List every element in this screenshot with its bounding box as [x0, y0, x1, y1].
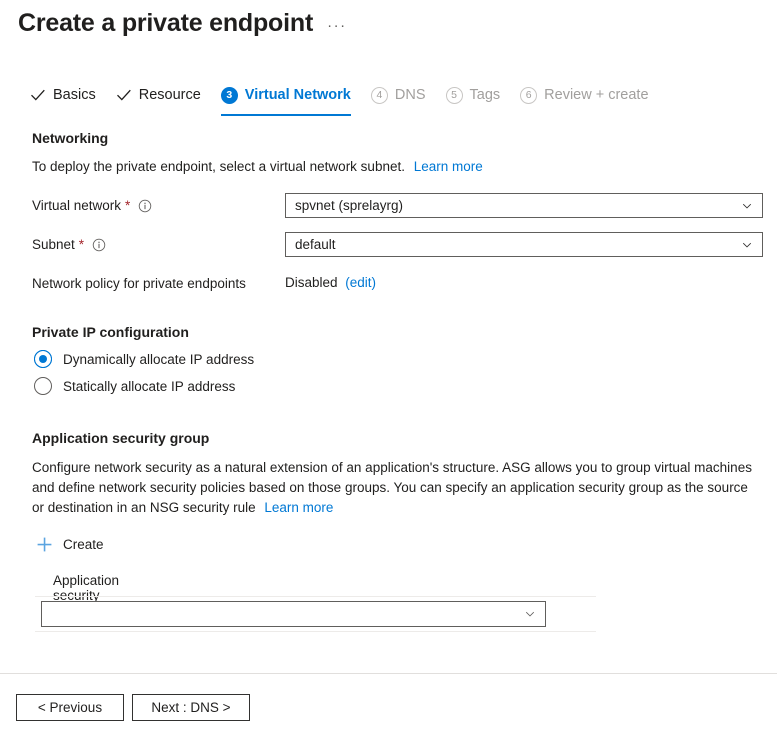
radio-dynamically-allocate-label: Dynamically allocate IP address	[63, 351, 255, 367]
tab-virtual-network[interactable]: 3 Virtual Network	[220, 80, 351, 116]
tab-tags[interactable]: 5 Tags	[445, 80, 501, 116]
chevron-down-icon	[742, 203, 752, 209]
plus-icon	[37, 537, 52, 552]
tab-dns-label: DNS	[394, 87, 426, 103]
virtual-network-label: Virtual network *	[32, 198, 152, 213]
asg-description: Configure network security as a natural …	[32, 458, 760, 518]
radio-indicator	[34, 350, 52, 368]
check-icon	[31, 89, 45, 101]
networking-heading: Networking	[32, 130, 109, 146]
virtual-network-select[interactable]: spvnet (sprelayrg)	[285, 193, 763, 218]
asg-table-divider-top	[35, 596, 596, 597]
subnet-select[interactable]: default	[285, 232, 763, 257]
active-tab-underline	[220, 114, 351, 116]
tab-number-badge: 4	[370, 86, 388, 104]
tab-review-create-label: Review + create	[544, 87, 649, 103]
radio-indicator	[34, 377, 52, 395]
tab-number-badge: 5	[445, 86, 463, 104]
chevron-down-icon	[742, 242, 752, 248]
asg-table-divider-bottom	[35, 631, 596, 632]
page-title: Create a private endpoint	[18, 9, 314, 37]
page-header: Create a private endpoint ···	[18, 6, 347, 40]
radio-dynamically-allocate[interactable]: Dynamically allocate IP address	[34, 350, 254, 368]
network-policy-label-text: Network policy for private endpoints	[32, 276, 246, 291]
tab-virtual-network-label: Virtual Network	[244, 87, 351, 103]
networking-description-text: To deploy the private endpoint, select a…	[32, 159, 405, 174]
required-marker: *	[78, 237, 85, 252]
create-asg-label: Create	[63, 537, 104, 552]
tab-basics[interactable]: Basics	[30, 80, 96, 116]
previous-button[interactable]: < Previous	[16, 694, 124, 721]
network-policy-edit-link[interactable]: (edit)	[345, 275, 376, 290]
required-marker: *	[125, 198, 131, 213]
tab-tags-label: Tags	[469, 87, 501, 103]
next-dns-button[interactable]: Next : DNS >	[132, 694, 250, 721]
virtual-network-value: spvnet (sprelayrg)	[295, 198, 404, 213]
tab-number-badge: 3	[220, 86, 238, 104]
networking-description: To deploy the private endpoint, select a…	[32, 157, 483, 177]
virtual-network-label-text: Virtual network	[32, 198, 122, 213]
asg-select[interactable]	[41, 601, 546, 627]
create-asg-button[interactable]: Create	[36, 536, 104, 553]
asg-learn-more-link[interactable]: Learn more	[264, 500, 333, 515]
network-policy-label: Network policy for private endpoints	[32, 276, 246, 291]
footer-divider	[0, 673, 777, 674]
radio-statically-allocate[interactable]: Statically allocate IP address	[34, 377, 235, 395]
chevron-down-icon	[525, 611, 535, 617]
tab-resource[interactable]: Resource	[116, 80, 201, 116]
info-icon[interactable]	[138, 199, 152, 213]
radio-statically-allocate-label: Statically allocate IP address	[63, 378, 236, 394]
info-icon[interactable]	[92, 238, 106, 252]
asg-heading: Application security group	[32, 430, 210, 446]
private-ip-heading: Private IP configuration	[32, 324, 189, 340]
tab-review-create[interactable]: 6 Review + create	[520, 80, 649, 116]
subnet-label: Subnet *	[32, 237, 106, 252]
subnet-label-text: Subnet	[32, 237, 75, 252]
wizard-tabs: Basics Resource 3 Virtual Network 4 DNS …	[30, 80, 669, 116]
tab-number-badge: 6	[520, 86, 538, 104]
check-icon	[116, 89, 131, 101]
network-policy-value: Disabled	[285, 275, 338, 290]
tab-basics-label: Basics	[53, 87, 96, 103]
more-options-icon[interactable]: ···	[327, 18, 347, 33]
network-policy-value-group: Disabled (edit)	[285, 275, 376, 290]
tab-dns[interactable]: 4 DNS	[370, 80, 426, 116]
asg-description-text: Configure network security as a natural …	[32, 460, 752, 515]
tab-resource-label: Resource	[138, 87, 201, 103]
networking-learn-more-link[interactable]: Learn more	[414, 159, 483, 174]
subnet-value: default	[295, 237, 336, 252]
